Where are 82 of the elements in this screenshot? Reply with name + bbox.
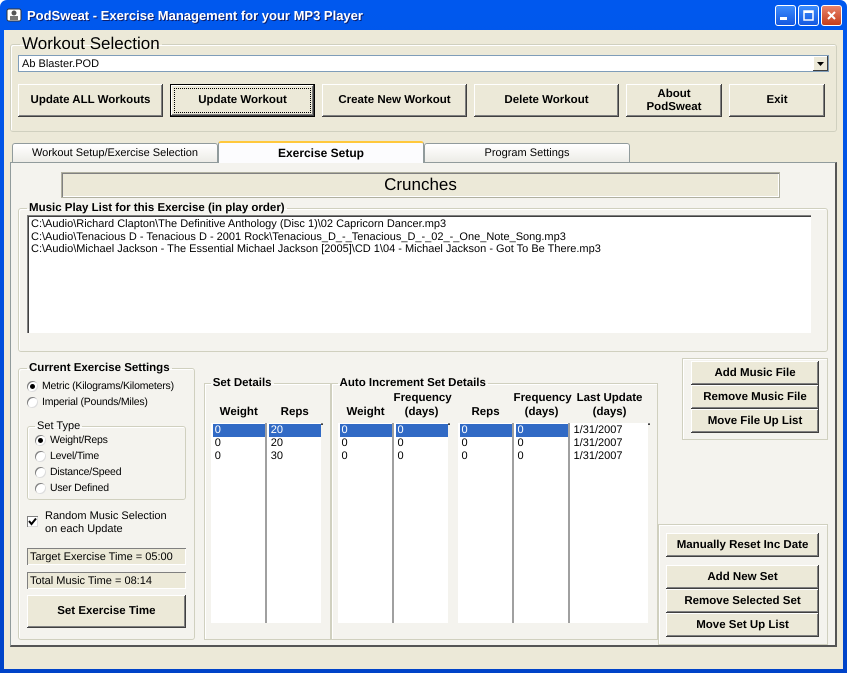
radio-button[interactable] bbox=[35, 450, 46, 462]
maximize-button[interactable] bbox=[798, 4, 819, 26]
workout-button[interactable]: Exit bbox=[729, 84, 825, 117]
list-box[interactable]: 0 0 0 0 0 0 1/31/2007 1/31/2007 1/31/2007 bbox=[458, 423, 650, 623]
group-title: Auto Increment Set Details bbox=[338, 377, 487, 389]
column-header: Reps bbox=[280, 405, 310, 420]
minimize-icon bbox=[780, 17, 787, 20]
list-item[interactable]: 20 bbox=[268, 424, 321, 437]
tab[interactable]: Exercise Setup bbox=[218, 141, 424, 163]
radio-label: Imperial (Pounds/Miles) bbox=[42, 396, 148, 408]
workout-button[interactable]: Create New Workout bbox=[322, 84, 467, 117]
list-item[interactable]: 0 bbox=[396, 437, 448, 450]
list-item[interactable]: 0 bbox=[396, 424, 448, 437]
list-item[interactable]: 0 bbox=[340, 424, 392, 437]
music-file-button[interactable]: Add Music File bbox=[691, 361, 820, 385]
checkbox-label: Random Music Selection on each Update bbox=[45, 510, 167, 536]
column-header: Reps bbox=[470, 405, 501, 420]
column-header: Weight bbox=[345, 405, 386, 420]
list-item[interactable]: 0 bbox=[340, 437, 392, 450]
list-item[interactable]: 0 bbox=[460, 424, 512, 437]
minimize-button[interactable] bbox=[775, 4, 796, 26]
list-item[interactable]: 1/31/2007 bbox=[572, 424, 648, 437]
workout-button[interactable]: About PodSweat bbox=[626, 84, 722, 117]
target-time-display: Target Exercise Time = 05:00 bbox=[27, 548, 186, 565]
set-button[interactable]: Move Set Up List bbox=[666, 613, 820, 637]
column-header: Last Update (days) bbox=[576, 391, 644, 420]
workout-dropdown[interactable]: Ab Blaster.POD bbox=[18, 55, 829, 72]
radio-label: Weight/Reps bbox=[50, 434, 108, 446]
close-button[interactable] bbox=[821, 4, 842, 26]
list-item[interactable]: 0 bbox=[460, 450, 512, 463]
list-item[interactable]: 0 bbox=[212, 450, 265, 463]
list-item[interactable]: 0 bbox=[516, 450, 568, 463]
group-title: Music Play List for this Exercise (in play order) bbox=[28, 202, 286, 214]
column-header: Frequency (days) bbox=[514, 391, 570, 420]
radio-button[interactable] bbox=[27, 396, 38, 408]
group-title: Set Details bbox=[212, 377, 273, 389]
set-exercise-time-button[interactable]: Set Exercise Time bbox=[27, 595, 186, 628]
radio-button[interactable] bbox=[35, 434, 46, 446]
music-time-display: Total Music Time = 08:14 bbox=[27, 572, 186, 589]
radio-button[interactable] bbox=[35, 482, 46, 494]
radio-label: Distance/Speed bbox=[50, 466, 122, 478]
radio-button[interactable] bbox=[27, 380, 38, 392]
workout-button[interactable]: Delete Workout bbox=[474, 84, 619, 117]
list-item[interactable]: 0 bbox=[516, 424, 568, 437]
radio-button[interactable] bbox=[35, 466, 46, 478]
list-item[interactable]: 0 bbox=[460, 437, 512, 450]
playlist-item[interactable]: C:\Audio\Michael Jackson - The Essential Michael Jackson [2005]\CD 1\04 - Michael Jackson - Got To Be There.mp3 bbox=[31, 243, 807, 256]
list-item[interactable]: 20 bbox=[268, 437, 321, 450]
playlist-item[interactable]: C:\Audio\Tenacious D - Tenacious D - 2001 Rock\Tenacious_D_-_Tenacious_D_-_02_-_One_Note_Song.mp3 bbox=[31, 230, 807, 243]
workout-button[interactable]: Update ALL Workouts bbox=[18, 84, 163, 117]
music-file-button[interactable]: Move File Up List bbox=[691, 409, 820, 433]
column-header: Weight bbox=[218, 405, 259, 420]
group-title: Current Exercise Settings bbox=[28, 362, 171, 374]
music-file-button[interactable]: Remove Music File bbox=[691, 385, 820, 409]
list-item[interactable]: 0 bbox=[396, 450, 448, 463]
list-item[interactable]: 0 bbox=[516, 437, 568, 450]
tab[interactable]: Workout Setup/Exercise Selection bbox=[12, 143, 218, 162]
group-title: Set Type bbox=[36, 420, 82, 432]
app-icon bbox=[6, 7, 22, 23]
list-item[interactable]: 0 bbox=[340, 450, 392, 463]
checkbox[interactable] bbox=[27, 516, 38, 527]
list-item[interactable]: 1/31/2007 bbox=[572, 450, 648, 463]
list-item[interactable]: 0 bbox=[212, 437, 265, 450]
list-item[interactable]: 0 bbox=[212, 424, 265, 437]
reset-date-button[interactable]: Manually Reset Inc Date bbox=[666, 533, 820, 557]
list-item[interactable]: 30 bbox=[268, 450, 321, 463]
set-button[interactable]: Add New Set bbox=[666, 565, 820, 589]
window-title: PodSweat - Exercise Management for your MP3 Player bbox=[27, 8, 364, 22]
group-title: Workout Selection bbox=[21, 34, 161, 54]
radio-label: User Defined bbox=[50, 482, 109, 494]
maximize-icon bbox=[802, 8, 815, 22]
exercise-name: Crunches bbox=[61, 172, 780, 198]
playlist-item[interactable]: C:\Audio\Richard Clapton\The Definitive Anthology (Disc 1)\02 Capricorn Dancer.mp3 bbox=[31, 218, 807, 230]
playlist-box[interactable] bbox=[27, 215, 811, 333]
radio-label: Level/Time bbox=[50, 450, 99, 462]
workout-button[interactable]: Update Workout bbox=[170, 84, 315, 117]
column-header: Frequency (days) bbox=[394, 391, 450, 420]
radio-label: Metric (Kilograms/Kilometers) bbox=[42, 380, 174, 392]
close-icon bbox=[825, 8, 838, 22]
tab[interactable]: Program Settings bbox=[424, 143, 630, 162]
list-item[interactable]: 1/31/2007 bbox=[572, 437, 648, 450]
set-button[interactable]: Remove Selected Set bbox=[666, 589, 820, 613]
